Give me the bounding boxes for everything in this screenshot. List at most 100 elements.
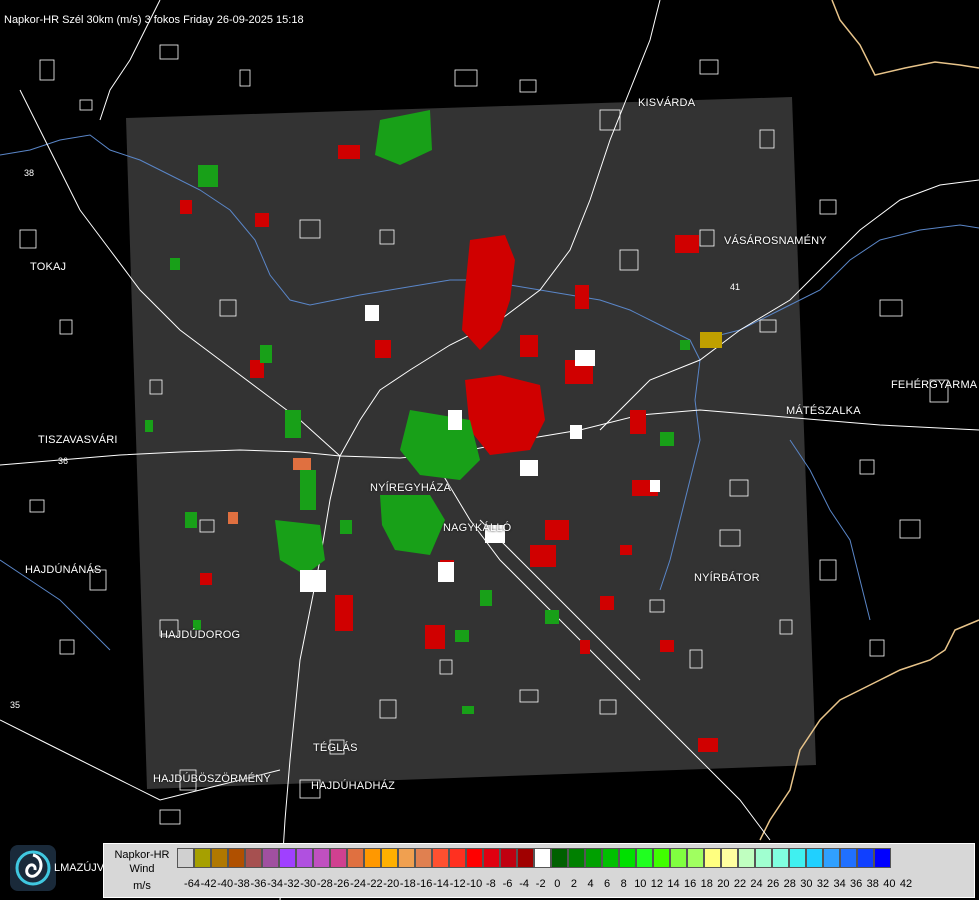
legend-tick-label: 42	[899, 878, 913, 890]
road-number: 35	[10, 700, 20, 710]
legend-swatch	[279, 848, 296, 868]
legend-swatch	[687, 848, 704, 868]
town-outline	[899, 519, 921, 539]
city-label-kisvarda: KISVÁRDA	[638, 97, 696, 109]
city-label-tiszavasvari: TISZAVASVÁRI	[38, 434, 118, 446]
legend-tick-label: 40	[883, 878, 896, 890]
town-outline	[159, 809, 181, 825]
legend-title-line1: Napkor-HR	[114, 849, 170, 861]
radar-echo-red	[620, 545, 632, 555]
legend-swatch	[194, 848, 211, 868]
legend-tick-label: -6	[502, 878, 513, 890]
color-legend: Napkor-HR Wind m/s -64 -42 -40 -38 -36 -34 -32…	[103, 843, 975, 898]
town-outline	[159, 44, 179, 60]
legend-swatch	[500, 848, 517, 868]
town-outline	[59, 319, 73, 335]
legend-tick-label: -10	[466, 878, 483, 890]
radar-echo-green	[680, 340, 690, 350]
legend-tick-label: -32	[283, 878, 300, 890]
legend-tick-label: -20	[383, 878, 400, 890]
legend-swatch	[840, 848, 857, 868]
legend-swatch	[534, 848, 551, 868]
town-outline	[79, 99, 93, 111]
radar-echo-green	[455, 630, 469, 642]
legend-swatch	[755, 848, 772, 868]
legend-swatch	[789, 848, 806, 868]
radar-echo-red	[545, 520, 569, 540]
map-title: Napkor-HR Szél 30km (m/s) 3 fokos Friday…	[4, 14, 304, 26]
radar-echo-white	[650, 480, 660, 492]
radar-echo-red	[180, 200, 192, 214]
legend-tick-label: -16	[416, 878, 433, 890]
legend-swatch	[653, 848, 670, 868]
legend-tick-label: -14	[433, 878, 450, 890]
radar-echo-yellow	[700, 332, 722, 348]
legend-tick-label: 6	[604, 878, 611, 890]
legend-swatch	[857, 848, 874, 868]
legend-tick-label: 30	[800, 878, 813, 890]
radar-echo-green	[170, 258, 180, 270]
legend-swatch	[330, 848, 347, 868]
legend-swatch	[585, 848, 602, 868]
legend-tick-label: 10	[634, 878, 647, 890]
legend-tick-label: 20	[717, 878, 730, 890]
city-label-nyirbator: NYÍRBÁTOR	[694, 572, 760, 584]
legend-swatch	[551, 848, 568, 868]
radar-echo-green	[198, 165, 218, 187]
town-outline	[519, 79, 537, 93]
road-number: 41	[730, 282, 740, 292]
radar-echo-white	[575, 350, 595, 366]
radar-echo-white	[520, 460, 538, 476]
legend-swatch	[211, 848, 228, 868]
legend-tick-label: 4	[587, 878, 594, 890]
radar-echo-green	[300, 470, 316, 510]
legend-tick-label: -22	[366, 878, 383, 890]
town-outline	[19, 229, 37, 249]
legend-tick-label: -12	[449, 878, 466, 890]
legend-swatch	[449, 848, 466, 868]
town-outline	[819, 559, 837, 581]
legend-swatch	[602, 848, 619, 868]
town-outline	[454, 69, 478, 87]
legend-tick-label: 38	[866, 878, 879, 890]
legend-swatch	[381, 848, 398, 868]
legend-tick-label: 8	[620, 878, 627, 890]
radar-echo-green	[480, 590, 492, 606]
town-outline	[869, 639, 885, 657]
radar-echo-red	[600, 596, 614, 610]
legend-tick-label: 24	[750, 878, 763, 890]
legend-swatch	[721, 848, 738, 868]
legend-swatch	[177, 848, 194, 868]
radar-echo-white	[570, 425, 582, 439]
radar-echo-green	[340, 520, 352, 534]
legend-tick-label: -42	[200, 878, 217, 890]
legend-swatch	[704, 848, 721, 868]
legend-swatch	[296, 848, 313, 868]
legend-tick-label: 2	[570, 878, 577, 890]
legend-tick-label: -30	[300, 878, 317, 890]
country-border	[831, 0, 979, 76]
city-label-tokaj: TOKAJ	[30, 261, 67, 273]
legend-tick-label: -34	[267, 878, 283, 890]
legend-tick-label: -4	[519, 878, 529, 890]
radar-echo-green	[285, 410, 301, 438]
legend-tick-label: -28	[316, 878, 333, 890]
town-outline	[59, 639, 75, 655]
radar-echo-red	[375, 340, 391, 358]
legend-swatches	[177, 848, 891, 868]
radar-echo-green	[145, 420, 153, 432]
radar-echo-green	[185, 512, 197, 528]
radar-echo-red	[698, 738, 718, 752]
legend-tick-label: -38	[233, 878, 250, 890]
legend-swatch	[772, 848, 789, 868]
radar-echo-orange	[228, 512, 238, 524]
legend-tick-label: -2	[535, 878, 546, 890]
radar-echo-orange	[293, 458, 311, 470]
legend-tick-label: 32	[816, 878, 830, 890]
legend-tick-label: -64	[184, 878, 200, 890]
radar-echo-red	[335, 595, 353, 631]
legend-swatch	[245, 848, 262, 868]
town-outline	[819, 199, 837, 215]
radar-echo-green	[462, 706, 474, 714]
road-number: 38	[24, 168, 34, 178]
